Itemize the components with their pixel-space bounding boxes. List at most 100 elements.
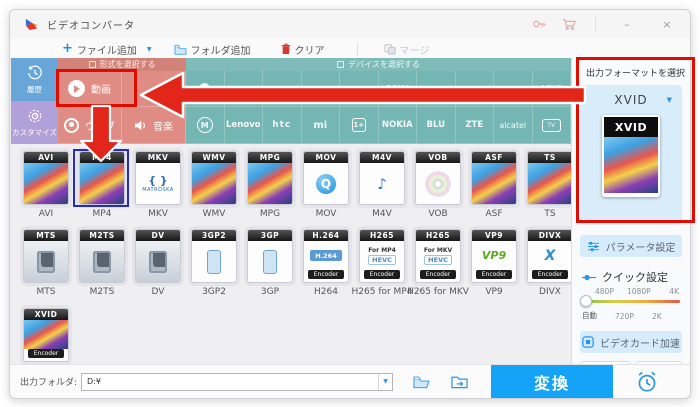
device-tab[interactable]: mi bbox=[301, 107, 340, 144]
output-path-value: D:¥ bbox=[87, 377, 101, 386]
device-tab[interactable] bbox=[186, 71, 225, 107]
format-banner: MPG bbox=[248, 152, 292, 163]
device-brand-label: NOKIA bbox=[381, 120, 413, 130]
gpu-acceleration-button[interactable]: ビデオカード加速 bbox=[580, 331, 682, 353]
device-tab[interactable]: TV bbox=[532, 107, 571, 144]
device-tab[interactable] bbox=[263, 71, 302, 107]
slider-knob[interactable] bbox=[580, 295, 592, 307]
device-tab[interactable] bbox=[340, 71, 379, 107]
license-key-icon[interactable] bbox=[531, 16, 547, 32]
format-tile[interactable]: MP4 MP4 bbox=[74, 151, 130, 219]
format-tile[interactable]: DV DV bbox=[130, 229, 186, 297]
device-brand-label bbox=[199, 82, 211, 95]
format-tile[interactable]: H265 For MKV HEVC Encoder H265 for MKV bbox=[407, 229, 469, 297]
output-format-box: XVID ▼ XVID bbox=[580, 85, 682, 225]
format-banner: WMV bbox=[192, 152, 236, 163]
format-tile[interactable]: H265 For MP4 HEVC Encoder H265 for MP4 bbox=[351, 229, 413, 297]
clear-label: クリア bbox=[294, 45, 325, 57]
device-tab[interactable] bbox=[224, 71, 263, 107]
output-path-combobox[interactable]: D:¥ ▼ bbox=[81, 372, 394, 391]
cart-icon[interactable] bbox=[561, 16, 577, 32]
device-tab[interactable] bbox=[417, 71, 456, 107]
format-file-icon: H265 For MP4 HEVC Encoder bbox=[359, 229, 405, 283]
device-tab[interactable]: HUAWEI bbox=[455, 71, 494, 107]
folder-shortcut-button[interactable] bbox=[449, 373, 469, 391]
parameter-settings-button[interactable]: パラメータ設定 bbox=[580, 235, 682, 257]
format-tile[interactable]: TS TS bbox=[522, 151, 578, 219]
output-format-select[interactable]: XVID ▼ bbox=[580, 89, 682, 111]
device-tab[interactable]: Lenovo bbox=[224, 107, 263, 144]
format-tile[interactable]: MKV { } MATROSKA MKV bbox=[130, 151, 186, 219]
format-tile[interactable]: MTS MTS bbox=[18, 229, 74, 297]
format-label: H265 for MP4 bbox=[351, 287, 413, 297]
tab-hidden[interactable] bbox=[122, 71, 186, 107]
format-label: 3GP2 bbox=[202, 287, 226, 297]
format-tile[interactable]: VOB VOB bbox=[410, 151, 466, 219]
format-tile[interactable]: DIVX X Encoder DIVX bbox=[522, 229, 578, 297]
schedule-clock-icon[interactable] bbox=[635, 370, 659, 394]
device-brand-row-2-wrap: M Lenovo htc mi 1+ NOKIA BLU ZTE alcatel… bbox=[186, 107, 571, 144]
convert-button[interactable]: 変換 bbox=[491, 365, 613, 398]
app-logo-icon bbox=[25, 18, 38, 30]
format-file-icon: 3GP bbox=[247, 229, 293, 283]
format-file-icon: M4V ♪ bbox=[359, 151, 405, 205]
format-tile[interactable]: ASF ASF bbox=[466, 151, 522, 219]
format-tile[interactable]: MOV Q MOV bbox=[298, 151, 354, 219]
combobox-caret-icon[interactable]: ▼ bbox=[378, 373, 392, 390]
device-brand-label: alcatel bbox=[499, 120, 527, 130]
format-tile[interactable]: MPG MPG bbox=[242, 151, 298, 219]
device-tab[interactable]: SONY bbox=[378, 71, 417, 107]
sidebar-item-history[interactable]: 履歴 bbox=[11, 58, 58, 101]
add-file-caret-icon[interactable]: ▼ bbox=[147, 46, 152, 53]
device-tab[interactable]: alcatel bbox=[494, 107, 533, 144]
format-thumbnail: XVID bbox=[602, 115, 660, 197]
resolution-slider[interactable]: 480P 1080P 4K 自動 720P 2K bbox=[580, 287, 680, 321]
format-file-icon: WMV bbox=[191, 151, 237, 205]
device-tab[interactable]: ASUS bbox=[532, 71, 571, 107]
encoder-badge: Encoder bbox=[476, 270, 512, 279]
device-tab[interactable]: BLU bbox=[417, 107, 456, 144]
format-banner: DV bbox=[136, 230, 180, 241]
device-tab[interactable]: ZTE bbox=[455, 107, 494, 144]
sidebar-item-customize[interactable]: カスタマイズ bbox=[11, 101, 58, 144]
format-tile[interactable]: H.264 H.264 Encoder H264 bbox=[298, 229, 354, 297]
device-tab[interactable]: htc bbox=[263, 107, 302, 144]
device-tab[interactable]: M bbox=[186, 107, 225, 144]
encoder-badge: Encoder bbox=[420, 270, 456, 279]
device-brand-row-2: M Lenovo htc mi 1+ NOKIA BLU ZTE alcatel… bbox=[186, 107, 571, 144]
format-banner: H.264 bbox=[304, 230, 348, 241]
format-label: VP9 bbox=[485, 287, 503, 297]
format-file-icon: DV bbox=[135, 229, 181, 283]
device-tab[interactable] bbox=[301, 71, 340, 107]
open-folder-button[interactable] bbox=[411, 373, 431, 391]
format-tile[interactable]: AVI AVI bbox=[18, 151, 74, 219]
tab-video[interactable]: 動画 bbox=[58, 71, 122, 107]
device-tab[interactable]: 1+ bbox=[340, 107, 379, 144]
format-tile[interactable]: M4V ♪ M4V bbox=[354, 151, 410, 219]
device-tab[interactable]: NOKIA bbox=[378, 107, 417, 144]
clear-button[interactable]: クリア bbox=[281, 42, 325, 57]
slider-track[interactable] bbox=[582, 300, 680, 303]
history-clock-icon bbox=[27, 65, 42, 80]
tab-music[interactable]: 音楽 bbox=[122, 107, 186, 144]
format-section-header: 形式を選択する bbox=[58, 58, 186, 71]
add-folder-button[interactable]: フォルダ追加 bbox=[174, 42, 251, 57]
format-label: DIVX bbox=[539, 287, 561, 297]
format-tile[interactable]: 3GP2 3GP2 bbox=[186, 229, 242, 297]
tab-web[interactable]: ウェブ bbox=[58, 107, 122, 144]
encoder-badge: Encoder bbox=[532, 270, 568, 279]
chevron-down-icon[interactable]: ▼ bbox=[667, 96, 672, 104]
close-button[interactable]: × bbox=[654, 15, 680, 33]
device-tab[interactable]: honor bbox=[494, 71, 533, 107]
device-brand-label: Lenovo bbox=[226, 120, 261, 130]
add-file-button[interactable]: + ファイル追加 ▼ bbox=[62, 42, 152, 57]
format-grid: AVI AVI MP4 MP4 MKV {} MATROSKA MKV WMV… bbox=[10, 144, 573, 376]
format-tile[interactable]: VP9 VP9 Encoder VP9 bbox=[466, 229, 522, 297]
format-tile[interactable]: WMV WMV bbox=[186, 151, 242, 219]
format-tile[interactable]: 3GP 3GP bbox=[242, 229, 298, 297]
format-tile[interactable]: M2TS M2TS bbox=[74, 229, 130, 297]
plus-icon: + bbox=[62, 41, 73, 56]
format-label: MKV bbox=[148, 209, 168, 219]
minimize-button[interactable]: – bbox=[614, 15, 640, 33]
format-row-2: MTS MTS M2TS M2TS DV DV 3GP2 3GP2 3GP 3G… bbox=[18, 229, 578, 297]
